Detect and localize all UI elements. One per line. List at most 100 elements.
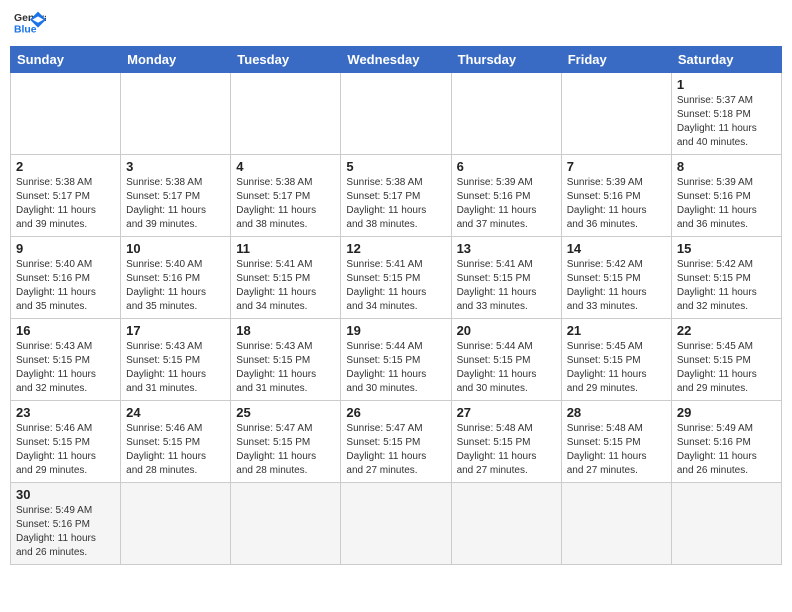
- calendar-week-row: 2 Sunrise: 5:38 AM Sunset: 5:17 PM Daylig…: [11, 155, 782, 237]
- calendar-week-row: 30Sunrise: 5:49 AM Sunset: 5:16 PM Dayli…: [11, 483, 782, 565]
- day-number: 1: [677, 77, 776, 92]
- calendar-week-row: 16 Sunrise: 5:43 AM Sunset: 5:15 PM Dayli…: [11, 319, 782, 401]
- day-number: 25: [236, 405, 335, 420]
- calendar-cell: 6 Sunrise: 5:39 AM Sunset: 5:16 PM Daylig…: [451, 155, 561, 237]
- day-info: Sunrise: 5:46 AM Sunset: 5:15 PM Dayligh…: [16, 422, 115, 478]
- day-number: 23: [16, 405, 115, 420]
- calendar-cell: 11 Sunrise: 5:41 AM Sunset: 5:15 PM Dayli…: [231, 237, 341, 319]
- calendar-week-row: 1 Sunrise: 5:37 AM Sunset: 5:18 PM Daylig…: [11, 73, 782, 155]
- day-info: Sunrise: 5:40 AM Sunset: 5:16 PM Dayligh…: [126, 258, 225, 314]
- day-info: Sunrise: 5:47 AM Sunset: 5:15 PM Dayligh…: [236, 422, 335, 478]
- calendar-cell: 20Sunrise: 5:44 AM Sunset: 5:15 PM Dayli…: [451, 319, 561, 401]
- day-info: Sunrise: 5:45 AM Sunset: 5:15 PM Dayligh…: [677, 340, 776, 396]
- day-number: 11: [236, 241, 335, 256]
- calendar-cell: 25 Sunrise: 5:47 AM Sunset: 5:15 PM Dayli…: [231, 401, 341, 483]
- day-number: 6: [457, 159, 556, 174]
- day-number: 19: [346, 323, 445, 338]
- calendar-cell: [451, 483, 561, 565]
- calendar-cell: 16 Sunrise: 5:43 AM Sunset: 5:15 PM Dayli…: [11, 319, 121, 401]
- calendar-cell: [341, 483, 451, 565]
- day-info: Sunrise: 5:41 AM Sunset: 5:15 PM Dayligh…: [457, 258, 556, 314]
- calendar-cell: [121, 483, 231, 565]
- day-number: 14: [567, 241, 666, 256]
- day-info: Sunrise: 5:37 AM Sunset: 5:18 PM Dayligh…: [677, 94, 776, 150]
- logo: General Blue: [14, 10, 46, 38]
- day-info: Sunrise: 5:43 AM Sunset: 5:15 PM Dayligh…: [16, 340, 115, 396]
- day-number: 4: [236, 159, 335, 174]
- day-info: Sunrise: 5:49 AM Sunset: 5:16 PM Dayligh…: [16, 504, 115, 560]
- day-info: Sunrise: 5:48 AM Sunset: 5:15 PM Dayligh…: [567, 422, 666, 478]
- calendar-cell: [11, 73, 121, 155]
- calendar-cell: 19 Sunrise: 5:44 AM Sunset: 5:15 PM Dayli…: [341, 319, 451, 401]
- weekday-header-row: SundayMondayTuesdayWednesdayThursdayFrid…: [11, 47, 782, 73]
- day-info: Sunrise: 5:43 AM Sunset: 5:15 PM Dayligh…: [236, 340, 335, 396]
- day-number: 2: [16, 159, 115, 174]
- calendar-cell: [561, 73, 671, 155]
- day-info: Sunrise: 5:38 AM Sunset: 5:17 PM Dayligh…: [16, 176, 115, 232]
- weekday-header-monday: Monday: [121, 47, 231, 73]
- calendar-table: SundayMondayTuesdayWednesdayThursdayFrid…: [10, 46, 782, 565]
- day-info: Sunrise: 5:38 AM Sunset: 5:17 PM Dayligh…: [236, 176, 335, 232]
- calendar-cell: 4 Sunrise: 5:38 AM Sunset: 5:17 PM Daylig…: [231, 155, 341, 237]
- day-info: Sunrise: 5:48 AM Sunset: 5:15 PM Dayligh…: [457, 422, 556, 478]
- day-number: 7: [567, 159, 666, 174]
- day-number: 10: [126, 241, 225, 256]
- weekday-header-wednesday: Wednesday: [341, 47, 451, 73]
- day-info: Sunrise: 5:46 AM Sunset: 5:15 PM Dayligh…: [126, 422, 225, 478]
- day-info: Sunrise: 5:38 AM Sunset: 5:17 PM Dayligh…: [346, 176, 445, 232]
- calendar-cell: [231, 483, 341, 565]
- day-info: Sunrise: 5:41 AM Sunset: 5:15 PM Dayligh…: [236, 258, 335, 314]
- day-number: 21: [567, 323, 666, 338]
- day-info: Sunrise: 5:42 AM Sunset: 5:15 PM Dayligh…: [567, 258, 666, 314]
- calendar-cell: 29 Sunrise: 5:49 AM Sunset: 5:16 PM Dayli…: [671, 401, 781, 483]
- calendar-cell: [121, 73, 231, 155]
- day-number: 24: [126, 405, 225, 420]
- calendar-cell: 24 Sunrise: 5:46 AM Sunset: 5:15 PM Dayli…: [121, 401, 231, 483]
- svg-text:Blue: Blue: [14, 24, 37, 35]
- weekday-header-sunday: Sunday: [11, 47, 121, 73]
- day-info: Sunrise: 5:39 AM Sunset: 5:16 PM Dayligh…: [457, 176, 556, 232]
- day-info: Sunrise: 5:41 AM Sunset: 5:15 PM Dayligh…: [346, 258, 445, 314]
- calendar-cell: [231, 73, 341, 155]
- calendar-cell: 23 Sunrise: 5:46 AM Sunset: 5:15 PM Dayli…: [11, 401, 121, 483]
- weekday-header-tuesday: Tuesday: [231, 47, 341, 73]
- day-info: Sunrise: 5:39 AM Sunset: 5:16 PM Dayligh…: [677, 176, 776, 232]
- day-info: Sunrise: 5:39 AM Sunset: 5:16 PM Dayligh…: [567, 176, 666, 232]
- day-info: Sunrise: 5:49 AM Sunset: 5:16 PM Dayligh…: [677, 422, 776, 478]
- day-info: Sunrise: 5:38 AM Sunset: 5:17 PM Dayligh…: [126, 176, 225, 232]
- calendar-cell: 17Sunrise: 5:43 AM Sunset: 5:15 PM Dayli…: [121, 319, 231, 401]
- calendar-cell: 7 Sunrise: 5:39 AM Sunset: 5:16 PM Daylig…: [561, 155, 671, 237]
- day-number: 13: [457, 241, 556, 256]
- calendar-cell: 10 Sunrise: 5:40 AM Sunset: 5:16 PM Dayli…: [121, 237, 231, 319]
- calendar-cell: [671, 483, 781, 565]
- calendar-cell: [451, 73, 561, 155]
- day-number: 8: [677, 159, 776, 174]
- calendar-cell: 13 Sunrise: 5:41 AM Sunset: 5:15 PM Dayli…: [451, 237, 561, 319]
- day-info: Sunrise: 5:42 AM Sunset: 5:15 PM Dayligh…: [677, 258, 776, 314]
- logo-icon: General Blue: [14, 10, 46, 38]
- calendar-cell: 18Sunrise: 5:43 AM Sunset: 5:15 PM Dayli…: [231, 319, 341, 401]
- day-number: 12: [346, 241, 445, 256]
- day-number: 29: [677, 405, 776, 420]
- calendar-cell: 26Sunrise: 5:47 AM Sunset: 5:15 PM Dayli…: [341, 401, 451, 483]
- calendar-cell: 21 Sunrise: 5:45 AM Sunset: 5:15 PM Dayli…: [561, 319, 671, 401]
- day-number: 3: [126, 159, 225, 174]
- day-number: 27: [457, 405, 556, 420]
- calendar-cell: 9Sunrise: 5:40 AM Sunset: 5:16 PM Daylig…: [11, 237, 121, 319]
- calendar-cell: 30Sunrise: 5:49 AM Sunset: 5:16 PM Dayli…: [11, 483, 121, 565]
- day-info: Sunrise: 5:45 AM Sunset: 5:15 PM Dayligh…: [567, 340, 666, 396]
- day-number: 5: [346, 159, 445, 174]
- day-info: Sunrise: 5:43 AM Sunset: 5:15 PM Dayligh…: [126, 340, 225, 396]
- day-info: Sunrise: 5:44 AM Sunset: 5:15 PM Dayligh…: [457, 340, 556, 396]
- calendar-cell: 28 Sunrise: 5:48 AM Sunset: 5:15 PM Dayli…: [561, 401, 671, 483]
- day-number: 15: [677, 241, 776, 256]
- day-number: 28: [567, 405, 666, 420]
- calendar-cell: 22Sunrise: 5:45 AM Sunset: 5:15 PM Dayli…: [671, 319, 781, 401]
- calendar-cell: 8 Sunrise: 5:39 AM Sunset: 5:16 PM Daylig…: [671, 155, 781, 237]
- day-number: 16: [16, 323, 115, 338]
- calendar-cell: 15 Sunrise: 5:42 AM Sunset: 5:15 PM Dayli…: [671, 237, 781, 319]
- day-number: 26: [346, 405, 445, 420]
- calendar-cell: [561, 483, 671, 565]
- day-number: 9: [16, 241, 115, 256]
- day-info: Sunrise: 5:44 AM Sunset: 5:15 PM Dayligh…: [346, 340, 445, 396]
